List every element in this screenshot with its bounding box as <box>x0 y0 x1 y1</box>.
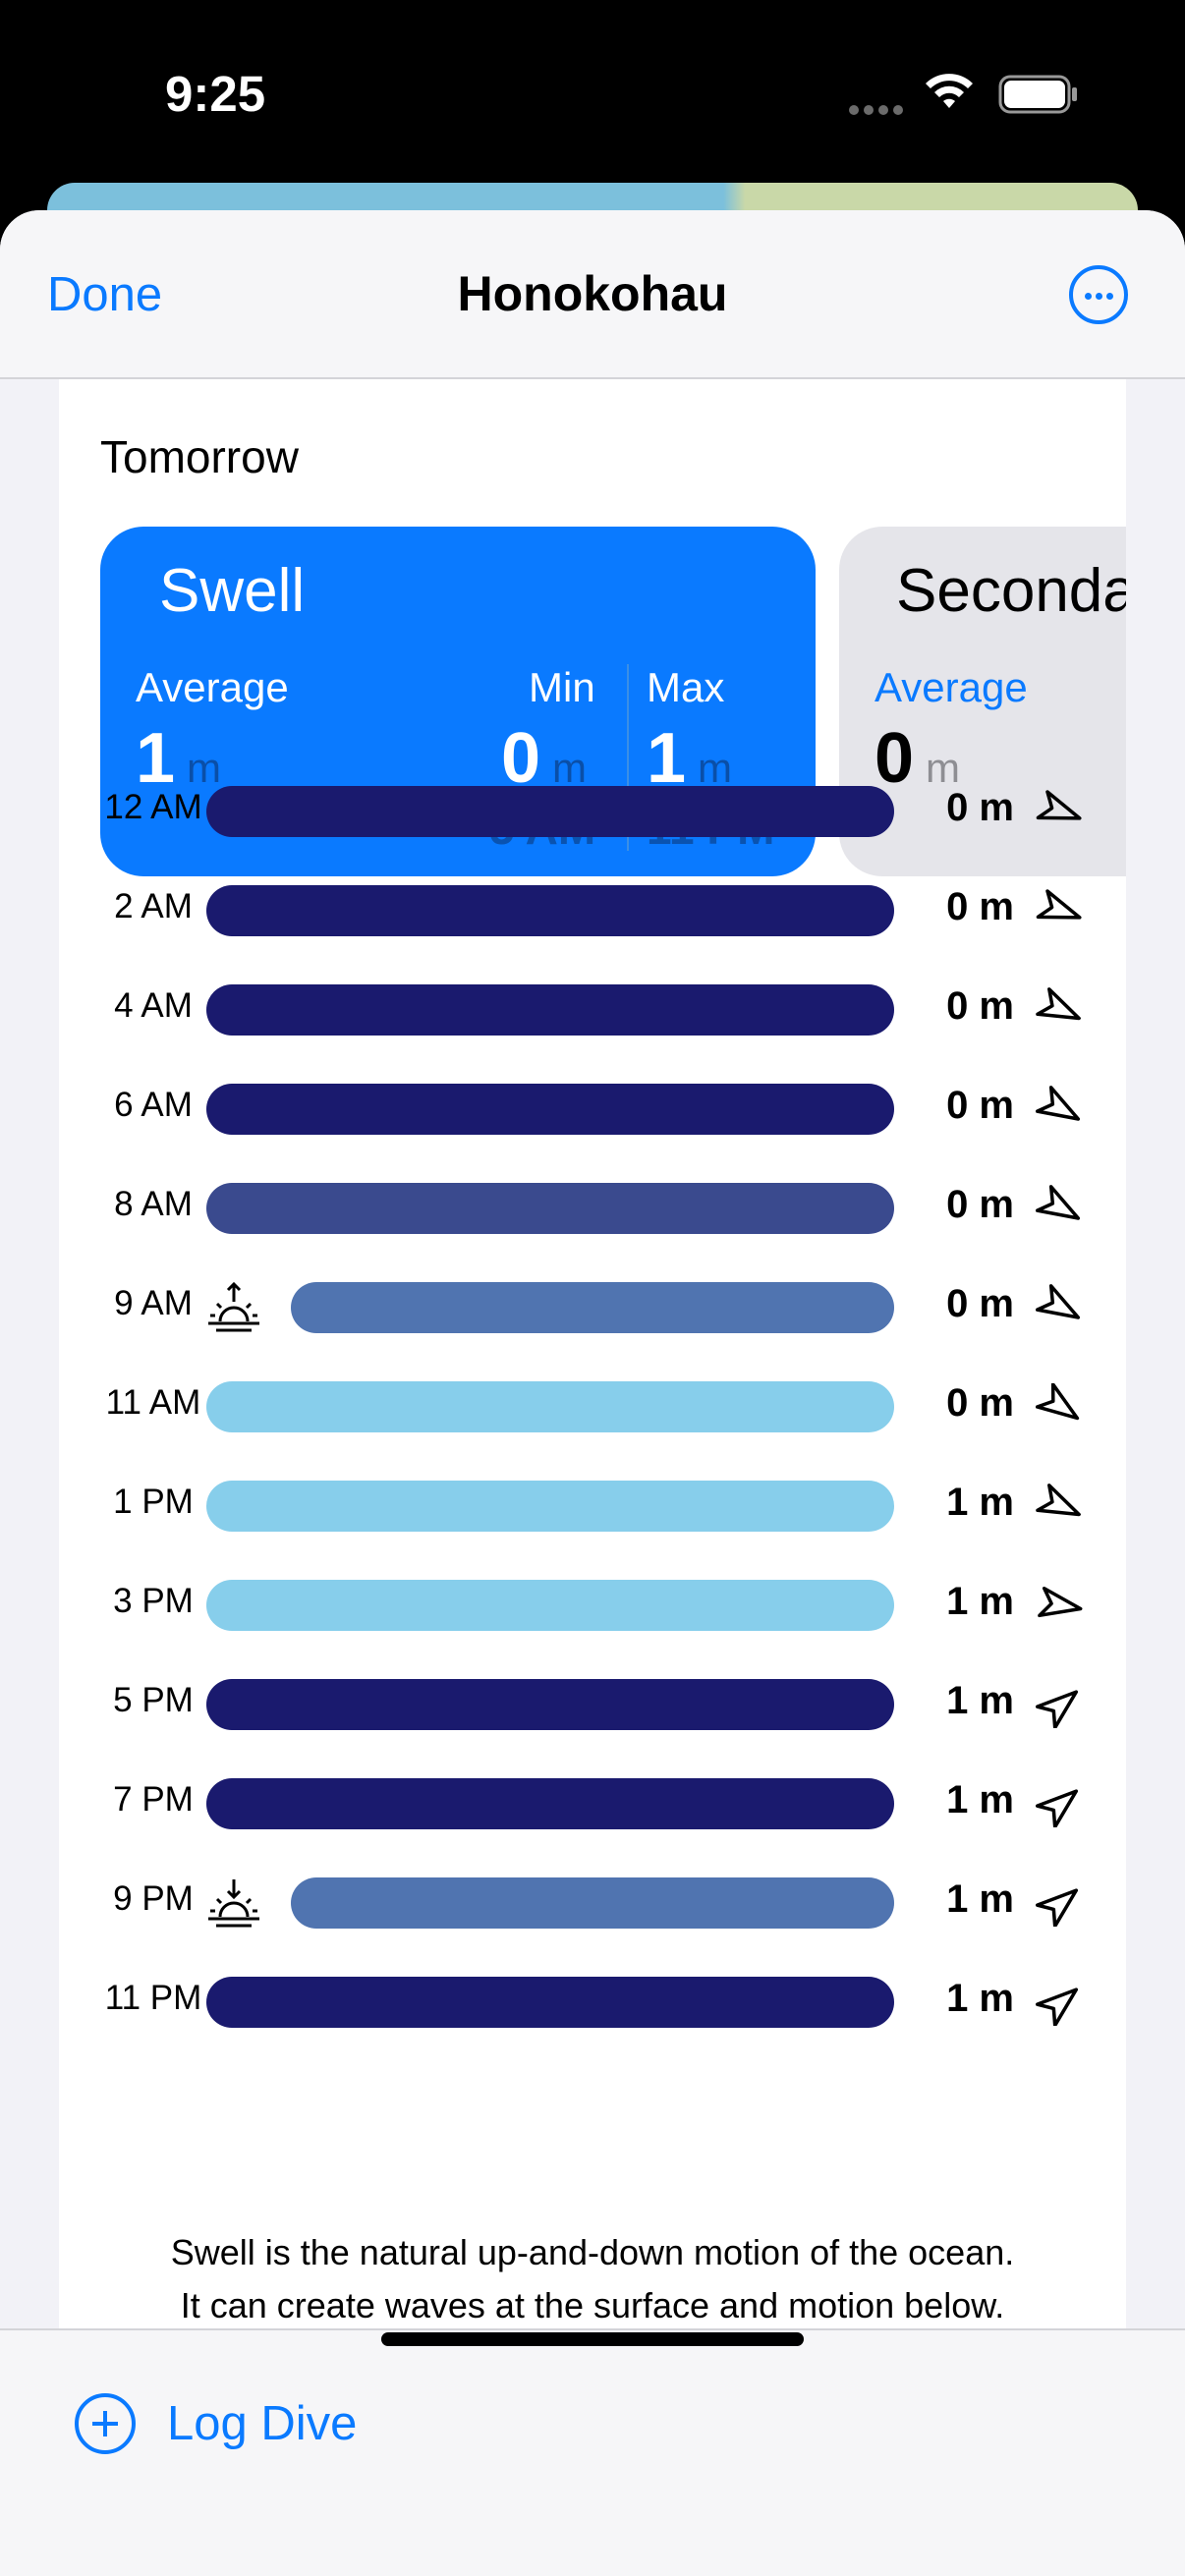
swell-bar <box>206 984 894 1036</box>
row-time: 8 AM <box>114 1185 193 1223</box>
direction-arrow-icon <box>1036 1789 1079 1827</box>
swell-bar <box>206 885 894 936</box>
hourly-row: 11 AM 0 m <box>59 1358 1126 1457</box>
row-value: 1 m <box>946 1977 1014 2020</box>
day-label: Tomorrow <box>100 431 299 482</box>
row-time: 1 PM <box>113 1483 194 1521</box>
swell-bar <box>206 1481 894 1532</box>
log-dive-label: Log Dive <box>167 2397 358 2450</box>
average-label: Average <box>875 664 1028 710</box>
hourly-row: 12 AM 0 m <box>59 762 1126 862</box>
row-value: 0 m <box>946 1183 1014 1226</box>
swell-bar <box>291 1282 894 1333</box>
more-options-icon[interactable] <box>1069 265 1128 324</box>
direction-arrow-icon <box>1036 1690 1079 1728</box>
location-sheet: Done Honokohau Tomorrow Swell Average 1m… <box>0 210 1185 2576</box>
row-value: 0 m <box>946 885 1014 928</box>
row-time: 11 AM <box>105 1383 201 1422</box>
row-time: 5 PM <box>113 1681 194 1719</box>
swell-description: Swell is the natural up-and-down motion … <box>170 2232 1015 2325</box>
row-time: 3 PM <box>113 1582 194 1620</box>
direction-arrow-icon <box>1036 1484 1081 1517</box>
row-value: 1 m <box>946 1679 1014 1722</box>
average-label: Average <box>136 664 289 710</box>
row-value: 0 m <box>946 786 1014 829</box>
direction-arrow-icon <box>1036 1888 1079 1927</box>
hourly-row: 5 PM 1 m <box>59 1655 1126 1755</box>
swell-bar <box>206 1084 894 1135</box>
row-value: 1 m <box>946 1778 1014 1821</box>
status-time: 9:25 <box>165 66 266 122</box>
row-time: 6 AM <box>114 1086 193 1124</box>
swell-bar <box>206 1679 894 1730</box>
hourly-row: 1 PM 1 m <box>59 1457 1126 1556</box>
swell-bar <box>206 786 894 837</box>
swell-bar <box>206 1183 894 1234</box>
direction-arrow-icon <box>1036 889 1082 920</box>
direction-arrow-icon <box>1036 1284 1081 1319</box>
status-bar: 9:25 <box>0 0 1185 187</box>
row-time: 12 AM <box>104 788 202 826</box>
row-value: 1 m <box>946 1481 1014 1524</box>
direction-arrow-icon <box>1036 1383 1080 1421</box>
plus-circle-icon <box>75 2393 136 2454</box>
hourly-row: 4 AM 0 m <box>59 961 1126 1060</box>
row-value: 0 m <box>946 1084 1014 1127</box>
row-time: 9 PM <box>113 1879 194 1918</box>
row-time: 9 AM <box>114 1284 193 1322</box>
row-value: 1 m <box>946 1877 1014 1921</box>
hourly-row: 7 PM 1 m <box>59 1755 1126 1854</box>
swell-bar <box>206 1381 894 1432</box>
direction-arrow-icon <box>1036 1086 1081 1121</box>
hourly-row: 8 AM 0 m <box>59 1159 1126 1259</box>
sunrise-icon <box>208 1281 259 1332</box>
metric-title: Seconda <box>896 557 1126 625</box>
page-title: Honokohau <box>457 266 728 321</box>
row-time: 11 PM <box>104 1979 202 2017</box>
hourly-row: 2 AM 0 m <box>59 862 1126 961</box>
hourly-row: 9 PM 1 m <box>59 1854 1126 1953</box>
swell-bar <box>206 1580 894 1631</box>
row-value: 0 m <box>946 984 1014 1028</box>
row-value: 1 m <box>946 1580 1014 1623</box>
swell-card: Tomorrow Swell Average 1m Min 0m 5 AM Ma… <box>59 379 1126 2344</box>
metric-title: Swell <box>159 557 306 625</box>
direction-arrow-icon <box>1036 1185 1081 1220</box>
direction-arrow-icon <box>1038 1586 1083 1618</box>
cellular-dots-icon <box>849 102 908 120</box>
battery-icon <box>998 75 1077 114</box>
hourly-row: 3 PM 1 m <box>59 1556 1126 1655</box>
nav-bar: Done Honokohau <box>0 210 1185 379</box>
row-value: 0 m <box>946 1282 1014 1325</box>
direction-arrow-icon <box>1036 987 1081 1021</box>
home-indicator <box>381 2332 804 2346</box>
max-label: Max <box>647 664 725 710</box>
row-time: 2 AM <box>114 887 193 925</box>
hourly-row: 6 AM 0 m <box>59 1060 1126 1159</box>
bottom-toolbar: Log Dive <box>0 2328 1185 2576</box>
sunset-icon <box>208 1879 259 1928</box>
swell-bar <box>291 1877 894 1929</box>
hourly-row: 9 AM 0 m <box>59 1259 1126 1358</box>
log-dive-button[interactable]: Log Dive <box>75 2389 357 2458</box>
min-label: Min <box>529 664 595 710</box>
row-value: 0 m <box>946 1381 1014 1425</box>
direction-arrow-icon <box>1036 1988 1079 2026</box>
hourly-row: 11 PM 1 m <box>59 1953 1126 2052</box>
swell-bar <box>206 1778 894 1829</box>
row-time: 7 PM <box>113 1780 194 1819</box>
wifi-icon <box>926 74 973 108</box>
direction-arrow-icon <box>1036 790 1082 820</box>
row-time: 4 AM <box>114 986 193 1025</box>
swell-bar <box>206 1977 894 2028</box>
